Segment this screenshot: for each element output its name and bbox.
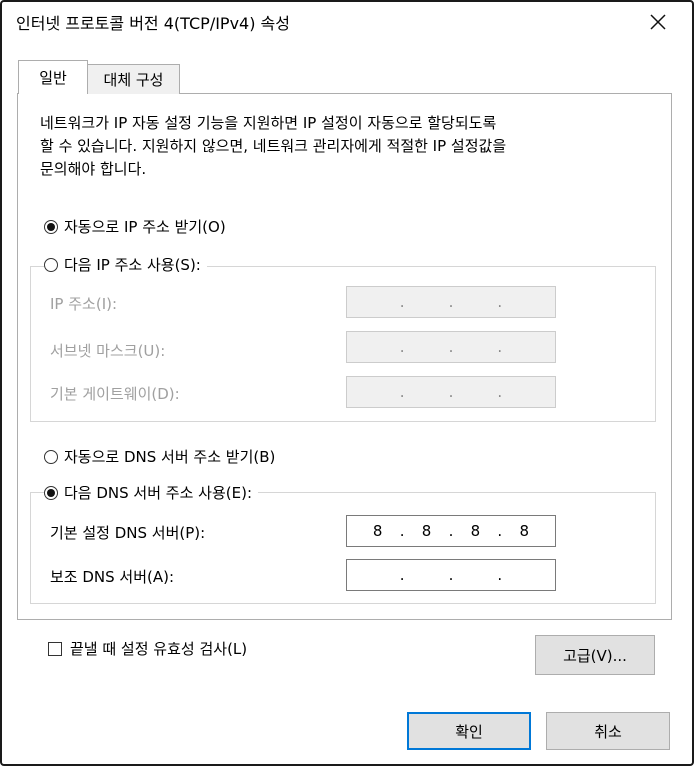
tab-alternate-configuration[interactable]: 대체 구성 [88, 64, 180, 94]
ip-auto-radio[interactable]: 자동으로 IP 주소 받기(O) [44, 216, 232, 237]
window-title: 인터넷 프로토콜 버전 4(TCP/IPv4) 속성 [16, 14, 290, 33]
alternate-dns-label: 보조 DNS 서버(A): [50, 568, 175, 586]
description-line: 문의해야 합니다. [40, 160, 147, 178]
radio-circle [44, 219, 58, 234]
default-gateway-label: 기본 게이트웨이(D): [50, 385, 180, 403]
radio-selected-dot [47, 222, 55, 231]
ip-address-field: ... [346, 286, 556, 318]
radio-circle [44, 257, 58, 272]
description-text: 네트워크가 IP 자동 설정 기능을 지원하면 IP 설정이 자동으로 할당되도… [40, 112, 640, 181]
octet: 8 [421, 522, 432, 540]
ip-manual-radio[interactable]: 다음 IP 주소 사용(S): [44, 254, 207, 275]
description-line: 네트워크가 IP 자동 설정 기능을 지원하면 IP 설정이 자동으로 할당되도… [40, 114, 497, 132]
subnet-mask-label: 서브넷 마스크(U): [50, 342, 166, 360]
validate-on-exit-label: 끝낼 때 설정 유효성 검사(L) [70, 640, 248, 658]
dns-auto-radio[interactable]: 자동으로 DNS 서버 주소 받기(B) [44, 446, 282, 467]
subnet-mask-field: ... [346, 331, 556, 363]
dns-manual-radio[interactable]: 다음 DNS 서버 주소 사용(E): [44, 482, 259, 503]
tab-general[interactable]: 일반 [18, 60, 88, 94]
radio-selected-dot [47, 488, 55, 497]
alternate-dns-field[interactable]: ... [346, 559, 556, 591]
description-line: 할 수 있습니다. 지원하지 않으면, 네트워크 관리자에게 적절한 IP 설정… [40, 137, 507, 155]
cancel-button[interactable]: 취소 [546, 712, 670, 750]
advanced-button[interactable]: 고급(V)... [535, 635, 655, 675]
octet: 8 [470, 522, 481, 540]
ip-auto-label: 자동으로 IP 주소 받기(O) [64, 218, 226, 236]
octet: 8 [372, 522, 383, 540]
ip-manual-label: 다음 IP 주소 사용(S): [64, 256, 201, 274]
preferred-dns-label: 기본 설정 DNS 서버(P): [50, 524, 206, 542]
close-icon [650, 14, 666, 30]
dns-auto-label: 자동으로 DNS 서버 주소 받기(B) [64, 448, 276, 466]
validate-on-exit-checkbox[interactable]: 끝낼 때 설정 유효성 검사(L) [48, 638, 247, 659]
ip-address-label: IP 주소(I): [50, 295, 118, 313]
close-button[interactable] [641, 6, 675, 38]
radio-circle [44, 449, 58, 464]
octet: 8 [519, 522, 529, 540]
ok-button[interactable]: 확인 [407, 712, 531, 750]
preferred-dns-field[interactable]: 8. 8. 8. 8 [346, 515, 556, 547]
checkbox-box [48, 641, 62, 656]
dns-manual-label: 다음 DNS 서버 주소 사용(E): [64, 484, 253, 502]
dns-manual-group [30, 492, 656, 604]
radio-circle [44, 485, 58, 500]
default-gateway-field: ... [346, 376, 556, 408]
